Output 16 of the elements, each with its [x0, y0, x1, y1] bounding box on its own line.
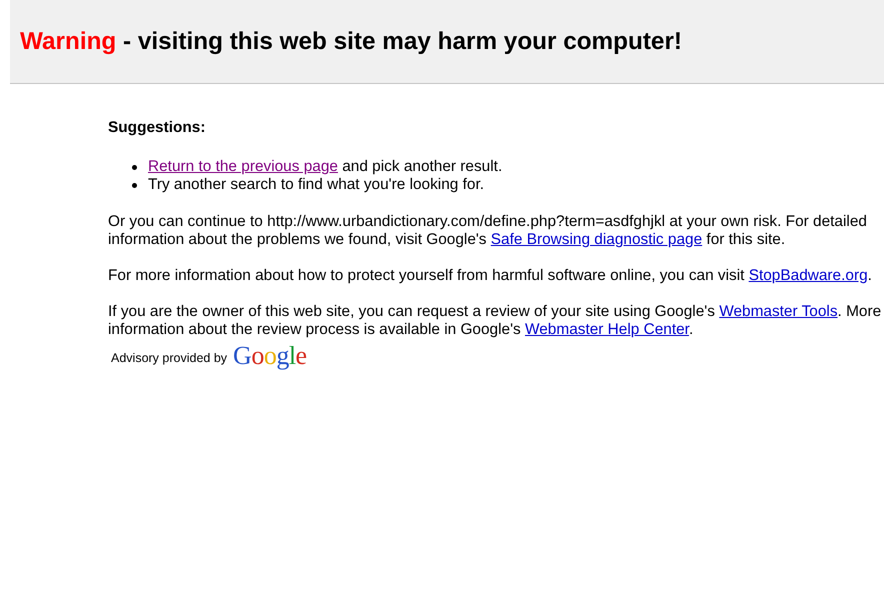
paragraph: For more information about how to protect yourself from harmful software online, you can visit StopBadware.org. [108, 267, 873, 285]
link[interactable]: Webmaster Tools [719, 303, 838, 320]
paragraph: If you are the owner of this web site, you can request a review of your site using Google's Webmaster Tools. More information about the review process is available in Google's Webmaster Help Center. [108, 303, 882, 339]
section-heading: Suggestions: [108, 119, 206, 137]
advisory-label: Advisory provided by [111, 351, 228, 365]
link[interactable]: Webmaster Help Center [525, 321, 689, 338]
google-logo: Google [233, 342, 307, 370]
bullet-icon [132, 182, 137, 188]
link[interactable]: Return to the previous page [148, 158, 338, 175]
suggestion-text: Try another search to find what you're looking for. [148, 176, 484, 194]
suggestion-text: Return to the previous page and pick another result. [148, 158, 502, 176]
page-title: Warning - visiting this web site may harm your computer! [20, 28, 682, 56]
paragraph: Or you can continue to http://www.urbandictionary.com/define.php?term=asdfghjkl at your own risk. For detailed information about the problems we found, visit Google's Safe Browsing diagnostic page for this site. [108, 213, 868, 249]
link[interactable]: StopBadware.org [748, 267, 868, 284]
link[interactable]: Safe Browsing diagnostic page [490, 231, 702, 248]
bullet-icon [132, 164, 137, 170]
